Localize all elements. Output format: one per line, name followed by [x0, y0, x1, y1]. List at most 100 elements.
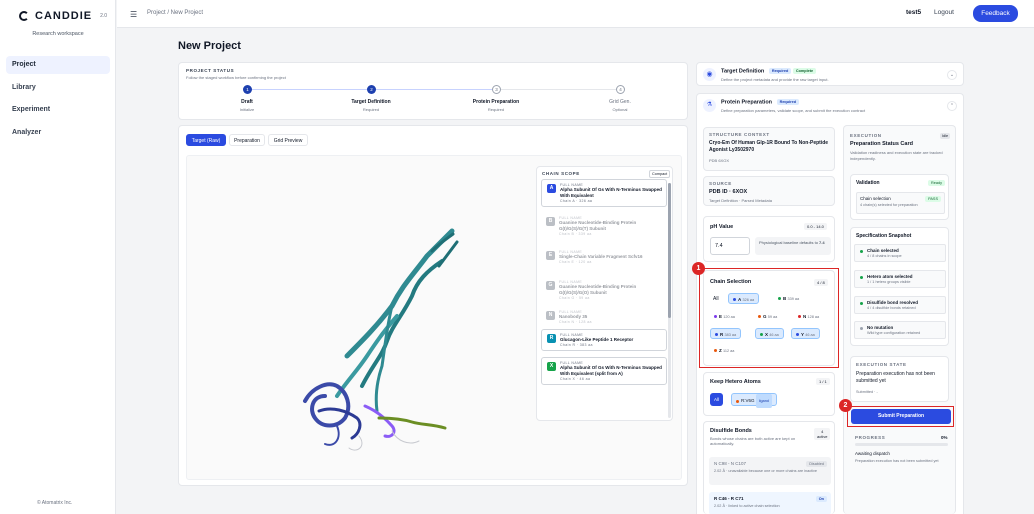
progress-state: Awaiting dispatch — [855, 451, 890, 456]
progress-bar — [855, 443, 948, 446]
chain-meta: Chain A · 326 aa — [560, 199, 593, 203]
step-4-sub: Optional — [612, 107, 628, 112]
feedback-button[interactable]: Feedback — [973, 5, 1018, 22]
menu-icon[interactable]: ☰ — [130, 10, 137, 19]
chain-meta: Chain X · 46 aa — [560, 377, 591, 381]
structure-context-card: STRUCTURE CONTEXT Cryo-Em Of Human Glp-1… — [703, 127, 835, 171]
ph-label: pH Value — [710, 224, 734, 230]
source-pdb: PDB ID · 6XOX — [709, 189, 748, 195]
viewer-card: Target (Raw) Preparation Grid Preview CH… — [178, 125, 688, 486]
ph-input[interactable]: 7.4 — [710, 237, 750, 255]
project-status-subtitle: Follow the staged workflow before confir… — [186, 75, 286, 80]
chain-scope-item-g[interactable]: G FULL NAME Guanine Nucleotide-Binding Pro… — [541, 277, 667, 303]
tab-target-raw[interactable]: Target (Raw) — [186, 134, 226, 146]
flask-icon: ⚗ — [703, 99, 716, 112]
snapshot-item: Disulfide bond resolved 4 / 4 disulfide b… — [854, 296, 946, 314]
step-connector — [252, 89, 372, 90]
protein-prep-title: Protein Preparation — [721, 99, 773, 106]
step-2-sub: Required — [362, 107, 380, 112]
required-badge: Required — [768, 68, 792, 74]
snapshot-title: Specification Snapshot — [856, 233, 912, 239]
project-status-card: PROJECT STATUS Follow the staged workflo… — [178, 62, 688, 120]
hetero-chip-r-v6g[interactable]: R:V6G ligand — [731, 393, 777, 408]
step-4-dot[interactable]: 4 — [616, 85, 625, 94]
source-label: SOURCE — [709, 181, 732, 186]
target-definition-card[interactable]: ◉ Target Definition Required Complete De… — [696, 62, 964, 86]
step-3-title: Protein Preparation — [472, 99, 520, 105]
snapshot-item: Hetero atom selected 1 / 1 hetero groups … — [854, 270, 946, 288]
bond-row-on[interactable]: R C46 - R C71 On 2.02 Å · linked to acti… — [709, 492, 831, 514]
chain-scope-item-x[interactable]: X FULL NAME Alpha Subunit Of Gs With N-Ter… — [541, 357, 667, 385]
chain-scope-item-r[interactable]: R FULL NAME Glucagon-Like Peptide 1 Recept… — [541, 329, 667, 351]
step-2-dot[interactable]: 2 — [367, 85, 376, 94]
brand-version: 2.0 — [100, 13, 108, 19]
ready-badge: Ready — [928, 180, 945, 186]
disulfide-card: Disulfide Bonds Bonds whose chains are b… — [703, 421, 835, 514]
status-dot-icon — [860, 276, 863, 279]
exec-state-label: EXECUTION STATE — [856, 362, 907, 367]
chevron-down-icon[interactable]: ⌄ — [947, 70, 957, 80]
chain-meta: Chain E · 120 aa — [559, 260, 592, 264]
sidebar: CANDDIE 2.0 Research workspace Project L… — [0, 0, 116, 514]
chain-name: Alpha Subunit Of Gs With N-Terminus Swap… — [560, 187, 662, 198]
idle-badge: Idle — [940, 133, 951, 139]
status-dot-icon — [860, 250, 863, 253]
user-name: test5 — [906, 9, 922, 16]
validation-card: Validation Ready Chain selection PASS 4 … — [850, 174, 949, 220]
highlight-chain-selection — [699, 268, 839, 368]
candDie-logo-icon — [19, 11, 29, 21]
chain-badge: R — [547, 334, 556, 343]
chain-scope-item-a[interactable]: A FULL NAME Alpha Subunit Of Gs With N-Ter… — [541, 179, 667, 207]
chain-scope-item-n[interactable]: N FULL NAME Nanobody 35 Chain N · 128 aa — [541, 307, 667, 327]
brand[interactable]: CANDDIE 2.0 — [19, 10, 107, 22]
chain-badge: E — [546, 251, 555, 260]
status-dot-icon — [860, 327, 863, 330]
logout-link[interactable]: Logout — [934, 9, 954, 16]
sidebar-item-library[interactable]: Library — [6, 79, 110, 97]
sidebar-item-analyzer[interactable]: Analyzer — [6, 124, 110, 142]
complete-badge: Complete — [792, 68, 817, 74]
hetero-all-button[interactable]: All — [710, 393, 724, 406]
sidebar-item-experiment[interactable]: Experiment — [6, 101, 110, 119]
chain-badge: A — [547, 184, 556, 193]
tab-preparation[interactable]: Preparation — [229, 134, 265, 146]
chain-badge: B — [546, 217, 555, 226]
annotation-marker-2: 2 — [839, 399, 852, 412]
structure-pdb: PDB 6XOX — [709, 158, 730, 163]
chain-meta: Chain B · 339 aa — [559, 232, 592, 236]
copyright: © Atomatrix Inc. — [37, 500, 73, 506]
snapshot-item: No mutation Wild type configuration retai… — [854, 321, 946, 339]
step-1-title: Draft — [241, 99, 253, 105]
required-badge: Required — [776, 99, 800, 105]
target-def-header: Target Definition Required Complete — [721, 68, 817, 74]
source-card: SOURCE PDB ID · 6XOX Target Definition ·… — [703, 176, 835, 206]
disulfide-desc: Bonds whose chains are both active are k… — [710, 436, 796, 446]
chain-badge: G — [546, 281, 555, 290]
step-3-dot[interactable]: 3 — [492, 85, 501, 94]
chain-scope-scrollbar[interactable] — [668, 183, 671, 418]
snapshot-item: Chain selected 4 / 8 chains in scope — [854, 244, 946, 262]
chain-scope-item-e[interactable]: E FULL NAME Single-Chain Variable Fragment… — [541, 247, 667, 267]
ph-card: pH Value 0.0 - 14.0 7.4 Physiological ba… — [703, 216, 835, 262]
chain-name: Guanine Nucleotide-Binding Protein G(I)/… — [559, 284, 637, 295]
step-1-dot[interactable]: 1 — [243, 85, 252, 94]
bond-row-disabled[interactable]: N C98 - N C107 Disabled 2.02 Å · unavail… — [709, 457, 831, 485]
validation-chain-row: Chain selection PASS 4 chain(s) selected… — [856, 192, 945, 214]
annotation-marker-1: 1 — [692, 262, 705, 275]
project-status-title: PROJECT STATUS — [186, 68, 235, 73]
compact-toggle[interactable]: Compact — [649, 170, 671, 178]
status-dot-icon — [860, 302, 863, 305]
structure-context-label: STRUCTURE CONTEXT — [709, 132, 770, 137]
chain-scope-panel: CHAIN SCOPE Compact A FULL NAME Alpha Subu… — [536, 166, 673, 421]
chain-scope-item-b[interactable]: B FULL NAME Guanine Nucleotide-Binding Pro… — [541, 213, 667, 239]
sidebar-item-project[interactable]: Project — [6, 56, 110, 74]
progress-pct: 0% — [941, 435, 948, 440]
validation-label: Validation — [856, 180, 880, 186]
chain-scope-title: CHAIN SCOPE — [542, 171, 580, 176]
exec-state-text: Preparation execution has not been submi… — [856, 371, 935, 384]
chevron-up-icon[interactable]: ⌃ — [947, 101, 957, 111]
page-title: New Project — [178, 40, 241, 52]
target-def-desc: Define the project metadata and provide … — [721, 77, 829, 82]
tab-grid-preview[interactable]: Grid Preview — [268, 134, 308, 146]
chain-badge: N — [546, 311, 555, 320]
